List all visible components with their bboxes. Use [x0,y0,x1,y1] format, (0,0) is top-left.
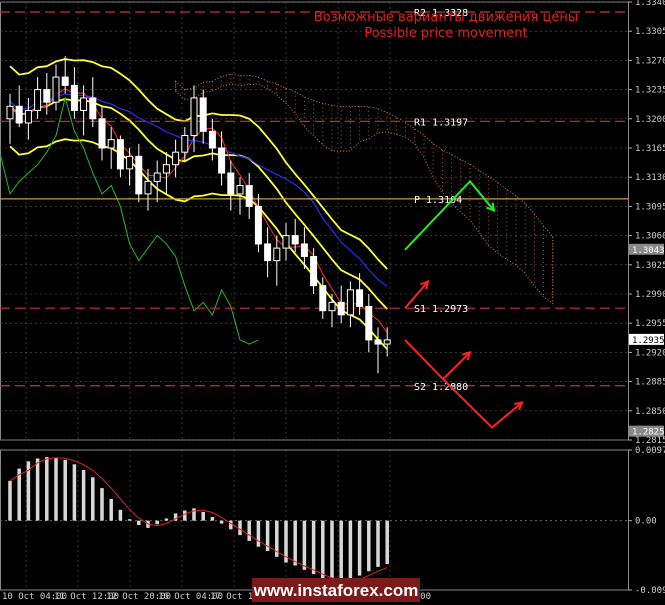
price-tick-label: 1.2990 [635,290,665,300]
candle-body [135,155,143,195]
candle-body [236,185,244,195]
candle-body [282,235,290,249]
price-tick-label: 1.3305 [635,27,665,37]
candle-body [337,301,345,316]
candle-body [190,97,198,136]
level-label-S2: S2 1.2880 [414,382,468,393]
price-tick-label: 1.3130 [635,173,665,183]
candle-body [6,105,14,120]
price-tick-label: 1.2955 [635,319,665,329]
candle-body [310,255,318,287]
indicator-tick-label: 0.00977 [635,446,665,456]
price-tick-label: 1.3095 [635,202,665,212]
candle-body [254,205,262,245]
candle-body [273,247,281,262]
candle-body [15,105,23,124]
candle-body [24,109,32,124]
level-label-S1: S1 1.2973 [414,304,468,315]
candle-body [70,84,78,111]
price-tick-label: 1.3165 [635,144,665,154]
candle-body [300,243,308,257]
low-price-box-label: 1.2825 [632,428,665,438]
candle-body [181,134,189,153]
price-tick-label: 1.3200 [635,115,665,125]
candle-body [328,301,336,312]
candle-body [116,139,124,170]
level-label-R1: R1 1.3197 [414,117,468,128]
candle-body [172,151,180,166]
candle-body [52,76,60,103]
candle-body [218,147,226,174]
candle-body [98,118,106,149]
price-tick-label: 1.2850 [635,407,665,417]
candle-body [365,306,373,341]
indicator-tick-label: 0.00 [635,517,657,527]
candle-body [107,139,115,149]
candle-body [162,164,170,174]
watermark-text: www.instaforex.com [253,581,419,600]
price-tick-label: 1.3340 [635,0,665,8]
candle-body [291,235,299,245]
candle-body [43,89,51,103]
candle-body [356,289,364,308]
indicator-tick-label: -0.00959 [635,586,665,596]
price-tick-label: 1.3060 [635,232,665,242]
candle-body [126,155,134,170]
chart-title-en: Possible price movement [364,26,527,41]
current-price-box-label: 1.2935 [632,336,665,346]
candle-body [383,339,391,345]
price-tick-label: 1.3270 [635,56,665,66]
price-tick-label: 1.2920 [635,348,665,358]
marked-price-box-label: 1.3043 [632,246,665,256]
candle-body [61,76,69,86]
candle-body [199,97,207,132]
candle-body [80,97,88,111]
candle-body [346,289,354,316]
candle-body [374,339,382,345]
candle-body [89,97,97,120]
price-tick-label: 1.2885 [635,378,665,388]
candle-body [208,130,216,149]
candle-body [227,172,235,195]
candle-body [264,243,272,262]
chart-title-ru: Возможные варианты движения цены [314,10,578,25]
candle-body [144,180,152,195]
candle-body [245,185,253,207]
price-chart: R2 1.3328R1 1.3197P 1.3104S1 1.2973S2 1.… [0,0,665,605]
candle-body [319,285,327,312]
price-tick-label: 1.3025 [635,261,665,271]
candle-body [34,89,42,111]
price-tick-label: 1.3235 [635,86,665,96]
candle-body [153,172,161,182]
